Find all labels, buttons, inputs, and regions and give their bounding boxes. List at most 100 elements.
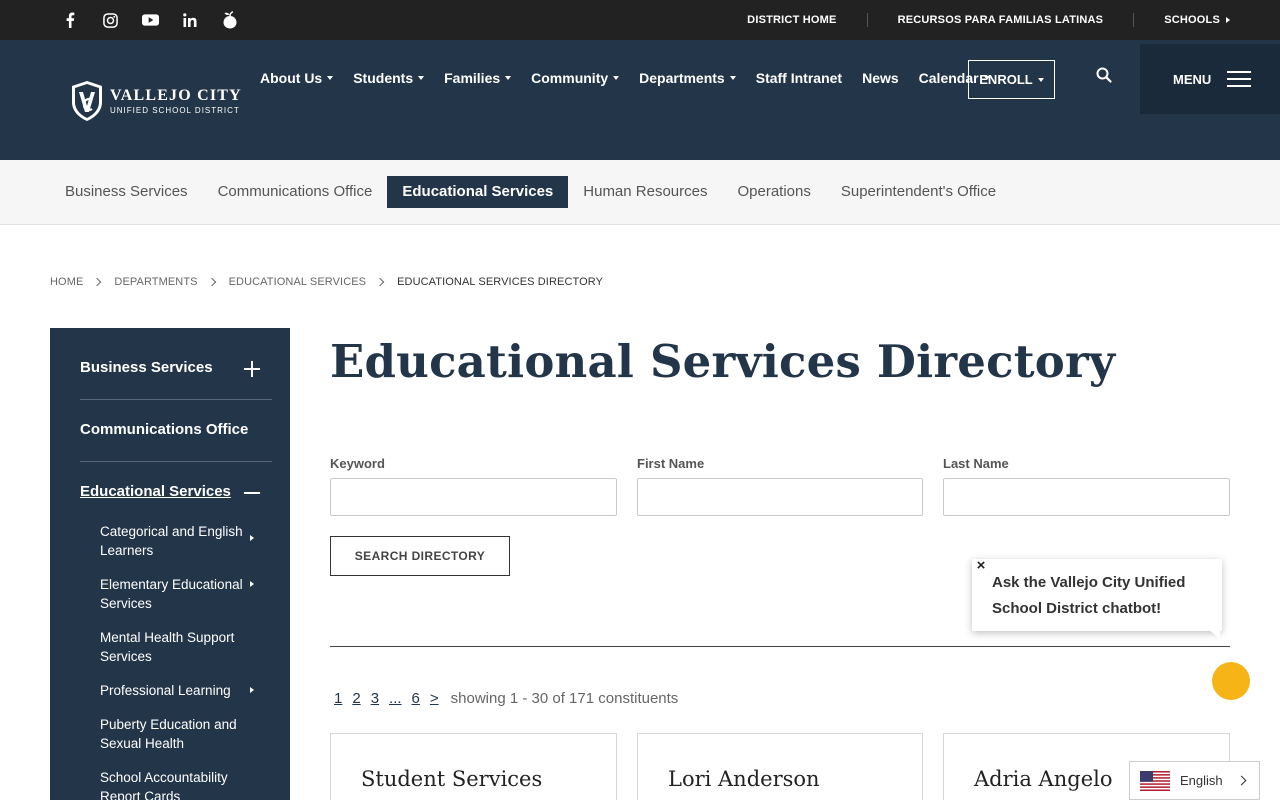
subnav-operations[interactable]: Operations: [722, 176, 825, 208]
search-directory-button[interactable]: SEARCH DIRECTORY: [330, 536, 510, 576]
close-icon[interactable]: ×: [974, 558, 988, 573]
breadcrumb-departments[interactable]: DEPARTMENTS: [114, 276, 197, 288]
schools-label: SCHOOLS: [1164, 14, 1220, 26]
sidebar-item-educational-services[interactable]: Educational Services: [80, 483, 272, 500]
social-links: [60, 0, 260, 40]
youtube-icon[interactable]: [140, 10, 160, 30]
sidebar-item-communications-office[interactable]: Communications Office: [80, 421, 272, 438]
nav-label: News: [862, 70, 899, 86]
nav-news[interactable]: News: [862, 70, 899, 86]
sidebar-item-label: Communications Office: [80, 421, 249, 438]
chevron-down-icon: [729, 76, 736, 80]
nav-label: Community: [531, 70, 609, 86]
logo-wordmark: VALLEJO CITY UNIFIED SCHOOL DISTRICT: [110, 87, 242, 116]
page-title: Educational Services Directory: [330, 335, 1116, 388]
collapse-minus-icon[interactable]: [244, 485, 260, 501]
chevron-down-icon: [613, 76, 620, 80]
chevron-right-icon: [1236, 775, 1247, 786]
keyword-label: Keyword: [330, 456, 385, 471]
nav-label: Students: [353, 70, 414, 86]
page-6-link[interactable]: 6: [412, 690, 420, 707]
chevron-right-icon: [375, 277, 385, 287]
sidebar-subitem-puberty-education[interactable]: Puberty Education and Sexual Health: [100, 715, 250, 753]
sidebar-subitem-sarc[interactable]: School Accountability Report Cards: [100, 768, 250, 800]
sidebar-subitem-elementary[interactable]: Elementary Educational Services: [100, 575, 250, 613]
sidebar-item-label: Business Services: [80, 359, 213, 376]
nav-about-us[interactable]: About Us: [260, 70, 334, 86]
nav-departments[interactable]: Departments: [639, 70, 736, 86]
page-1-link[interactable]: 1: [334, 690, 342, 707]
sidebar-item-business-services[interactable]: Business Services: [80, 359, 272, 377]
page-ellipsis-link[interactable]: ...: [389, 690, 402, 707]
card-name: Student Services: [361, 767, 543, 791]
facebook-icon[interactable]: [60, 10, 80, 30]
sidebar-subitem-mental-health[interactable]: Mental Health Support Services: [100, 628, 250, 666]
linkedin-icon[interactable]: [180, 10, 200, 30]
breadcrumb-educational-services[interactable]: EDUCATIONAL SERVICES: [229, 276, 367, 288]
search-icon[interactable]: [1096, 67, 1116, 87]
district-logo[interactable]: VALLEJO CITY UNIFIED SCHOOL DISTRICT: [70, 80, 242, 122]
breadcrumb-current: EDUCATIONAL SERVICES DIRECTORY: [397, 276, 604, 288]
nav-label: Staff Intranet: [755, 70, 843, 86]
recursos-link[interactable]: RECURSOS PARA FAMILIAS LATINAS: [866, 13, 1134, 27]
logo-subtitle: UNIFIED SCHOOL DISTRICT: [110, 105, 240, 115]
site-header: VALLEJO CITY UNIFIED SCHOOL DISTRICT Abo…: [0, 40, 1280, 160]
nav-label: Families: [444, 70, 501, 86]
chatbot-prompt-text: Ask the Vallejo City Unified School Dist…: [992, 574, 1186, 617]
last-name-label: Last Name: [943, 456, 1009, 471]
language-label: English: [1180, 773, 1223, 788]
results-count: showing 1 - 30 of 171 constituents: [450, 690, 679, 707]
instagram-icon[interactable]: [100, 10, 120, 30]
keyword-input[interactable]: [330, 478, 617, 516]
chevron-down-icon: [1037, 77, 1044, 82]
caret-right-icon[interactable]: [250, 581, 254, 587]
sidebar-item-label: Educational Services: [80, 483, 231, 500]
menu-button[interactable]: MENU: [1140, 44, 1280, 114]
subnav-superintendents-office[interactable]: Superintendent's Office: [826, 176, 1011, 208]
district-home-link[interactable]: DISTRICT HOME: [717, 13, 866, 27]
logo-shield-icon: [72, 81, 102, 121]
nav-label: About Us: [260, 70, 323, 86]
language-selector[interactable]: English: [1129, 761, 1260, 800]
chevron-right-icon: [207, 277, 216, 287]
first-name-input[interactable]: [637, 478, 923, 516]
subnav-business-services[interactable]: Business Services: [50, 176, 203, 208]
main-nav: About Us Students Families Community Dep…: [260, 70, 1010, 86]
card-name: Adria Angelo: [974, 767, 1113, 791]
pagination: 1 2 3 ... 6 > showing 1 - 30 of 171 cons…: [334, 690, 678, 707]
caret-right-icon[interactable]: [250, 687, 254, 693]
enroll-button[interactable]: ENROLL: [968, 60, 1055, 99]
chatbot-prompt[interactable]: × Ask the Vallejo City Unified School Di…: [972, 558, 1222, 631]
chevron-right-icon: [93, 277, 102, 287]
subnav-communications-office[interactable]: Communications Office: [203, 176, 388, 208]
subnav-educational-services[interactable]: Educational Services: [387, 176, 569, 208]
nav-community[interactable]: Community: [531, 70, 620, 86]
chevron-down-icon: [327, 76, 334, 80]
directory-card[interactable]: Lori Anderson: [637, 733, 923, 800]
subnav-human-resources[interactable]: Human Resources: [568, 176, 722, 208]
expand-plus-icon[interactable]: [244, 361, 260, 377]
last-name-input[interactable]: [943, 478, 1230, 516]
sidebar-subitem-categorical[interactable]: Categorical and English Learners: [100, 522, 250, 560]
results-divider: [330, 646, 1230, 647]
peachjar-icon[interactable]: [220, 10, 240, 30]
nav-staff-intranet[interactable]: Staff Intranet: [756, 70, 842, 86]
schools-link[interactable]: SCHOOLS: [1133, 13, 1230, 27]
page-2-link[interactable]: 2: [352, 690, 360, 707]
nav-families[interactable]: Families: [444, 70, 512, 86]
sidebar-subitem-professional-learning[interactable]: Professional Learning: [100, 681, 250, 700]
utility-links: DISTRICT HOME RECURSOS PARA FAMILIAS LAT…: [717, 0, 1230, 40]
sidebar-divider: [80, 399, 272, 400]
chatbot-launcher-button[interactable]: [1212, 662, 1250, 700]
nav-students[interactable]: Students: [353, 70, 425, 86]
caret-right-icon[interactable]: [250, 535, 254, 541]
nav-label: Departments: [639, 70, 725, 86]
menu-label: MENU: [1173, 71, 1212, 87]
breadcrumb-home[interactable]: HOME: [50, 276, 83, 288]
directory-card[interactable]: Student Services: [330, 733, 617, 800]
caret-right-icon: [1226, 17, 1230, 23]
page-3-link[interactable]: 3: [371, 690, 379, 707]
next-page-link[interactable]: >: [430, 690, 439, 707]
logo-title: VALLEJO CITY: [110, 86, 242, 104]
district-home-label: DISTRICT HOME: [747, 14, 837, 26]
